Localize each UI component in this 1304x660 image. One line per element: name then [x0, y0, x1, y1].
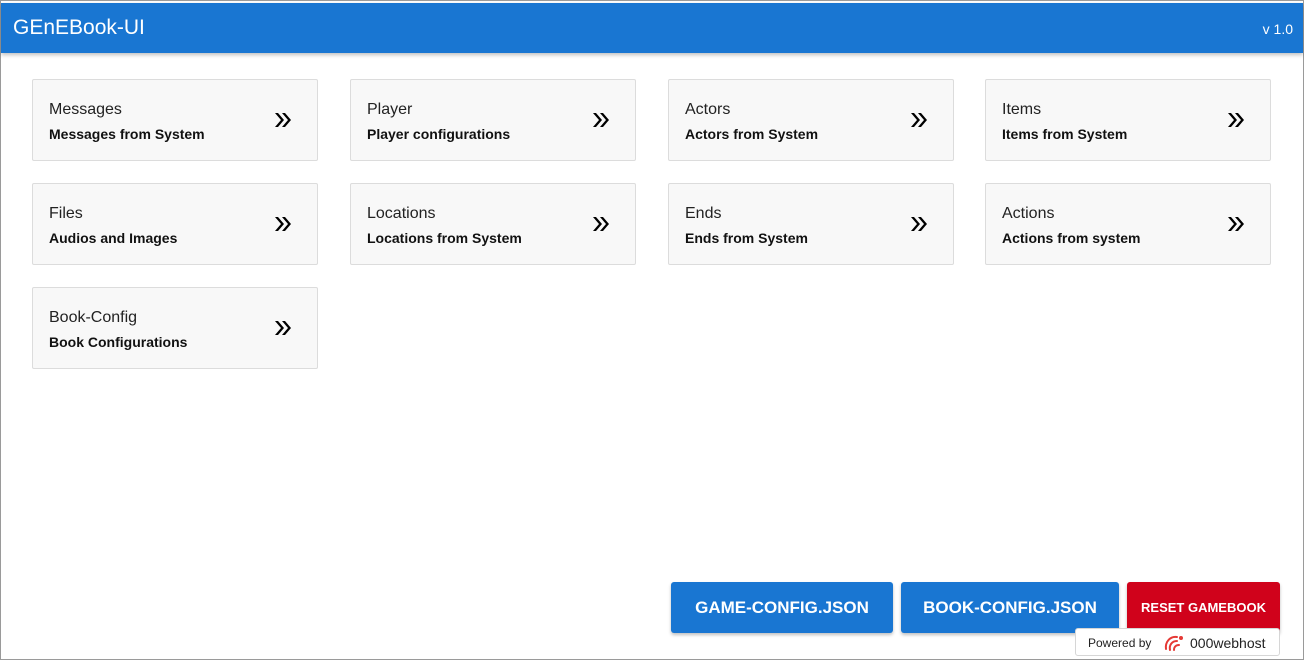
- card-book-config[interactable]: Book-Config Book Configurations: [32, 287, 318, 369]
- card-title: Messages: [49, 101, 122, 118]
- app-version: v 1.0: [1262, 21, 1293, 37]
- reset-gamebook-button[interactable]: RESET GAMEBOOK: [1127, 582, 1280, 633]
- card-title: Book-Config: [49, 309, 138, 326]
- double-chevron-right-icon: [275, 321, 291, 335]
- 000webhost-logo-icon: [1164, 635, 1183, 651]
- card-items[interactable]: Items Items from System: [985, 79, 1271, 161]
- double-chevron-right-icon: [593, 217, 609, 231]
- card-title: Locations: [367, 205, 436, 222]
- card-subtitle: Locations from System: [367, 230, 522, 246]
- double-chevron-right-icon: [911, 113, 927, 127]
- card-files[interactable]: Files Audios and Images: [32, 183, 318, 265]
- app-bar: GEnEBook-UI v 1.0: [1, 3, 1303, 53]
- card-locations[interactable]: Locations Locations from System: [350, 183, 636, 265]
- card-title: Items: [1002, 101, 1042, 118]
- double-chevron-right-icon: [911, 217, 927, 231]
- card-title: Ends: [685, 205, 722, 222]
- card-ends[interactable]: Ends Ends from System: [668, 183, 954, 265]
- book-config-json-button[interactable]: BOOK-CONFIG.JSON: [901, 582, 1119, 633]
- card-subtitle: Actions from system: [1002, 230, 1141, 246]
- card-title: Actions: [1002, 205, 1055, 222]
- card-actions[interactable]: Actions Actions from system: [985, 183, 1271, 265]
- card-subtitle: Player configurations: [367, 126, 511, 142]
- double-chevron-right-icon: [593, 113, 609, 127]
- card-subtitle: Book Configurations: [49, 334, 188, 350]
- card-subtitle: Audios and Images: [49, 230, 178, 246]
- double-chevron-right-icon: [275, 113, 291, 127]
- card-title: Actors: [685, 101, 731, 118]
- card-title: Files: [49, 205, 83, 222]
- card-messages[interactable]: Messages Messages from System: [32, 79, 318, 161]
- card-subtitle: Items from System: [1002, 126, 1128, 142]
- double-chevron-right-icon: [275, 217, 291, 231]
- card-actors[interactable]: Actors Actors from System: [668, 79, 954, 161]
- app-title: GEnEBook-UI: [13, 16, 145, 39]
- card-player[interactable]: Player Player configurations: [350, 79, 636, 161]
- card-subtitle: Actors from System: [685, 126, 819, 142]
- card-subtitle: Messages from System: [49, 126, 205, 142]
- double-chevron-right-icon: [1228, 217, 1244, 231]
- game-config-json-button[interactable]: GAME-CONFIG.JSON: [671, 582, 893, 633]
- card-subtitle: Ends from System: [685, 230, 808, 246]
- double-chevron-right-icon: [1228, 113, 1244, 127]
- card-title: Player: [367, 101, 413, 118]
- powered-by-label: Powered by: [1088, 636, 1152, 650]
- powered-by-brand: 000webhost: [1190, 635, 1266, 651]
- powered-by-badge[interactable]: Powered by 000webhost: [1075, 628, 1280, 656]
